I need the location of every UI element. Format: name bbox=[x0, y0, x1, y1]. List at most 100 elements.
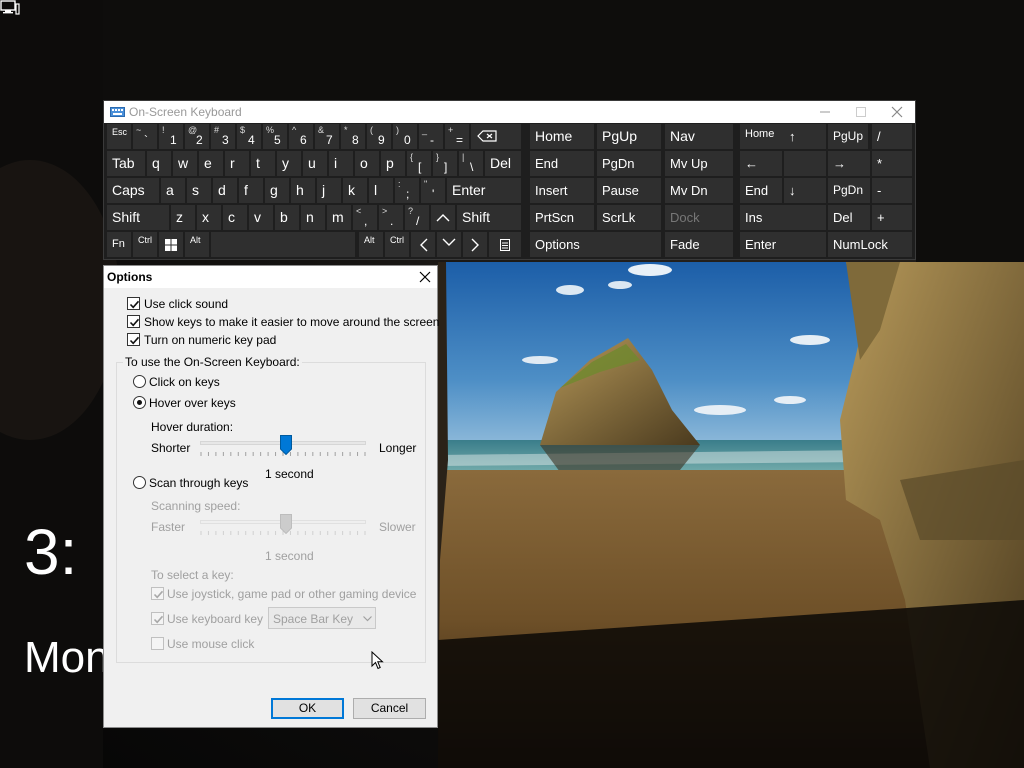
key-m[interactable]: m bbox=[327, 205, 351, 230]
show-keys-checkbox[interactable] bbox=[127, 315, 140, 328]
key-4[interactable]: $4 bbox=[237, 124, 261, 149]
key-open-bracket[interactable]: {[ bbox=[407, 151, 431, 176]
numpad-pgdn[interactable]: PgDn bbox=[828, 178, 870, 203]
key-1[interactable]: ! 1 bbox=[159, 124, 183, 149]
key-b[interactable]: b bbox=[275, 205, 299, 230]
key-backtick[interactable]: ~ ` bbox=[133, 124, 157, 149]
numpad-multiply[interactable]: * bbox=[872, 151, 912, 176]
network-icon[interactable] bbox=[0, 0, 20, 16]
use-click-sound-checkbox[interactable] bbox=[127, 297, 140, 310]
numpad-home[interactable]: Home bbox=[740, 124, 784, 149]
key-alt-right[interactable]: Alt bbox=[359, 232, 383, 257]
numpad-down[interactable]: ↓ bbox=[784, 178, 826, 203]
key-u[interactable]: u bbox=[303, 151, 327, 176]
key-esc[interactable]: Esc bbox=[107, 124, 131, 149]
numpad-end[interactable]: End bbox=[740, 178, 782, 203]
click-on-keys-radio[interactable] bbox=[133, 375, 146, 388]
key-a[interactable]: a bbox=[161, 178, 185, 203]
numpad-left[interactable]: ← bbox=[740, 151, 782, 176]
key-options[interactable]: Options bbox=[530, 232, 661, 257]
key-e[interactable]: e bbox=[199, 151, 223, 176]
key-c[interactable]: c bbox=[223, 205, 247, 230]
numpad-pgup[interactable]: PgUp bbox=[828, 124, 868, 149]
minimize-button[interactable] bbox=[807, 101, 843, 123]
key-p[interactable]: p bbox=[381, 151, 405, 176]
scan-through-keys-radio[interactable] bbox=[133, 476, 146, 489]
key-equals[interactable]: + = bbox=[445, 124, 469, 149]
key-menu[interactable] bbox=[489, 232, 521, 257]
numpad-minus[interactable]: - bbox=[872, 178, 912, 203]
numpad-enter[interactable]: Enter bbox=[740, 232, 826, 257]
key-close-bracket[interactable]: }] bbox=[433, 151, 457, 176]
osk-close-button[interactable] bbox=[879, 101, 915, 123]
key-home[interactable]: Home bbox=[530, 124, 594, 149]
key-arrow-up[interactable] bbox=[431, 205, 455, 230]
key-space[interactable] bbox=[211, 232, 355, 257]
key-nav[interactable]: Nav bbox=[665, 124, 733, 149]
key-pgdn[interactable]: PgDn bbox=[597, 151, 661, 176]
key-insert[interactable]: Insert bbox=[530, 178, 594, 203]
key-comma[interactable]: <, bbox=[353, 205, 377, 230]
key-pgup[interactable]: PgUp bbox=[597, 124, 661, 149]
key-ctrl-right[interactable]: Ctrl bbox=[385, 232, 409, 257]
key-windows[interactable] bbox=[159, 232, 183, 257]
key-r[interactable]: r bbox=[225, 151, 249, 176]
key-t[interactable]: t bbox=[251, 151, 275, 176]
key-tab[interactable]: Tab bbox=[107, 151, 145, 176]
maximize-button[interactable] bbox=[843, 101, 879, 123]
key-9[interactable]: (9 bbox=[367, 124, 391, 149]
options-title-bar[interactable]: Options bbox=[104, 266, 437, 288]
numpad-del[interactable]: Del bbox=[828, 205, 870, 230]
key-mv-up[interactable]: Mv Up bbox=[665, 151, 733, 176]
key-pause[interactable]: Pause bbox=[597, 178, 661, 203]
numeric-keypad-checkbox[interactable] bbox=[127, 333, 140, 346]
key-fn[interactable]: Fn bbox=[107, 232, 131, 257]
key-enter[interactable]: Enter bbox=[447, 178, 521, 203]
key-7[interactable]: & 7 bbox=[315, 124, 339, 149]
key-mv-dn[interactable]: Mv Dn bbox=[665, 178, 733, 203]
key-k[interactable]: k bbox=[343, 178, 367, 203]
key-g[interactable]: g bbox=[265, 178, 289, 203]
numpad-ins[interactable]: Ins bbox=[740, 205, 826, 230]
key-3[interactable]: #3 bbox=[211, 124, 235, 149]
key-l[interactable]: l bbox=[369, 178, 393, 203]
numpad-plus[interactable]: + bbox=[872, 205, 912, 230]
key-fade[interactable]: Fade bbox=[665, 232, 733, 257]
key-backslash[interactable]: | \ bbox=[459, 151, 483, 176]
key-d[interactable]: d bbox=[213, 178, 237, 203]
key-8[interactable]: * 8 bbox=[341, 124, 365, 149]
key-v[interactable]: v bbox=[249, 205, 273, 230]
key-del[interactable]: Del bbox=[485, 151, 521, 176]
key-z[interactable]: z bbox=[171, 205, 195, 230]
key-quote[interactable]: " ' bbox=[421, 178, 445, 203]
key-backspace[interactable] bbox=[471, 124, 521, 149]
key-alt-left[interactable]: Alt bbox=[185, 232, 209, 257]
key-shift-left[interactable]: Shift bbox=[107, 205, 169, 230]
hover-over-keys-radio[interactable] bbox=[133, 396, 146, 409]
key-scrlk[interactable]: ScrLk bbox=[597, 205, 661, 230]
key-semicolon[interactable]: :; bbox=[395, 178, 419, 203]
key-0[interactable]: ) 0 bbox=[393, 124, 417, 149]
key-ctrl-left[interactable]: Ctrl bbox=[133, 232, 157, 257]
key-s[interactable]: s bbox=[187, 178, 211, 203]
key-n[interactable]: n bbox=[301, 205, 325, 230]
numpad-up[interactable]: ↑ bbox=[784, 124, 826, 149]
key-minus[interactable]: _ - bbox=[419, 124, 443, 149]
key-i[interactable]: i bbox=[329, 151, 353, 176]
numpad-right[interactable]: → bbox=[828, 151, 870, 176]
key-q[interactable]: q bbox=[147, 151, 171, 176]
close-icon[interactable] bbox=[417, 269, 433, 285]
hover-duration-slider-thumb[interactable] bbox=[280, 435, 293, 455]
numpad-numlock[interactable]: NumLock bbox=[828, 232, 912, 257]
key-5[interactable]: % 5 bbox=[263, 124, 287, 149]
key-arrow-down[interactable] bbox=[437, 232, 461, 257]
osk-title-bar[interactable]: On-Screen Keyboard bbox=[104, 101, 915, 123]
ok-button[interactable]: OK bbox=[271, 698, 344, 719]
key-x[interactable]: x bbox=[197, 205, 221, 230]
key-slash[interactable]: ? / bbox=[405, 205, 429, 230]
key-arrow-right[interactable] bbox=[463, 232, 487, 257]
key-period[interactable]: >. bbox=[379, 205, 403, 230]
key-end[interactable]: End bbox=[530, 151, 594, 176]
key-o[interactable]: o bbox=[355, 151, 379, 176]
key-caps[interactable]: Caps bbox=[107, 178, 159, 203]
